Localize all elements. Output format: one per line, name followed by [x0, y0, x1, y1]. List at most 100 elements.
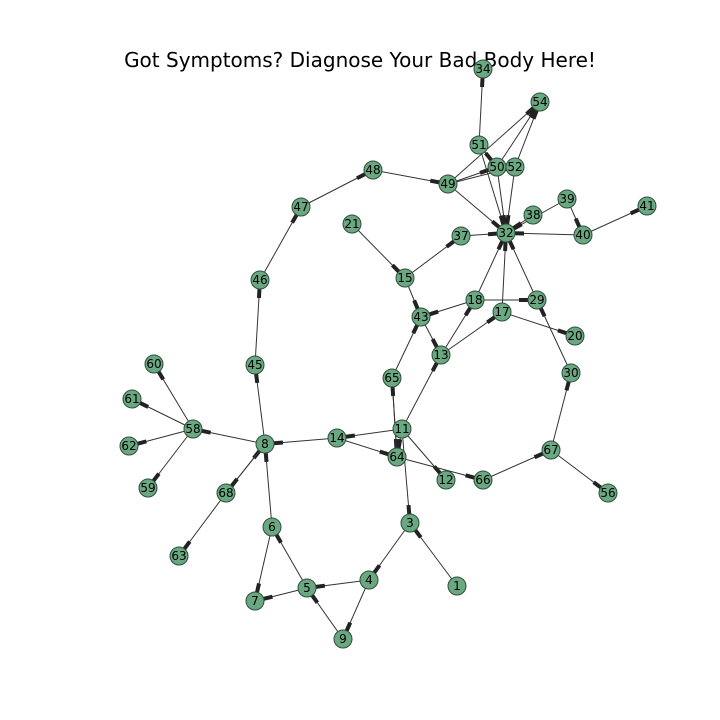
node-label: 39 — [559, 192, 574, 206]
node-label: 12 — [438, 473, 453, 487]
node-label: 3 — [406, 516, 414, 530]
arrowhead-58-61 — [139, 401, 150, 409]
node-label: 8 — [261, 437, 269, 451]
node-18: 18 — [465, 290, 485, 310]
node-30: 30 — [561, 363, 581, 383]
edges-layer — [128, 68, 648, 640]
arrowhead-50-32 — [501, 214, 507, 225]
arrowhead-67-30 — [564, 381, 571, 391]
arrowhead-9-5 — [310, 594, 320, 604]
node-label: 30 — [563, 366, 578, 380]
node-label: 66 — [475, 473, 490, 487]
arrowhead-18-32 — [496, 240, 505, 251]
node-label: 43 — [413, 310, 428, 324]
arrowhead-48-49 — [429, 178, 440, 185]
arrowhead-29-32 — [507, 240, 516, 251]
node-label: 62 — [121, 439, 136, 453]
arrowhead-65-43 — [411, 324, 419, 335]
arrowhead-43-13 — [430, 338, 439, 348]
node-67: 67 — [541, 440, 561, 460]
node-label: 37 — [453, 229, 468, 243]
arrowhead-40-41 — [629, 207, 640, 216]
arrowhead-11-13 — [430, 362, 439, 372]
arrowhead-58-62 — [137, 439, 147, 446]
arrowhead-4-9 — [344, 621, 353, 632]
arrowhead-46-47 — [290, 213, 299, 224]
node-label: 32 — [498, 226, 513, 240]
node-label: 50 — [489, 160, 504, 174]
arrowhead-11-64 — [396, 438, 403, 449]
node-label: 13 — [433, 348, 448, 362]
node-50: 50 — [487, 157, 507, 177]
arrowhead-17-20 — [557, 328, 568, 336]
node-13: 13 — [431, 345, 451, 365]
node-label: 45 — [247, 358, 262, 372]
arrowhead-66-67 — [533, 451, 544, 460]
node-15: 15 — [395, 268, 415, 288]
node-7: 7 — [245, 591, 265, 611]
arrowhead-30-29 — [538, 307, 547, 318]
node-8: 8 — [255, 434, 275, 454]
node-label: 46 — [252, 273, 267, 287]
arrowhead-1-3 — [413, 529, 423, 539]
node-29: 29 — [527, 290, 547, 310]
arrowhead-3-4 — [372, 564, 382, 574]
arrowhead-8-58 — [201, 428, 212, 435]
node-label: 64 — [389, 450, 404, 464]
node-label: 54 — [532, 95, 547, 109]
node-label: 49 — [440, 177, 455, 191]
arrowhead-68-63 — [182, 540, 192, 550]
node-38: 38 — [523, 205, 543, 225]
arrowhead-58-60 — [156, 370, 165, 381]
graph-figure: Got Symptoms? Diagnose Your Bad Body Her… — [0, 0, 720, 720]
arrowhead-11-14 — [345, 433, 356, 439]
arrowhead-52-32 — [505, 214, 511, 225]
node-5: 5 — [297, 578, 317, 598]
node-label: 34 — [475, 62, 490, 76]
node-label: 52 — [507, 160, 522, 174]
node-11: 11 — [392, 419, 412, 439]
node-46: 46 — [250, 270, 270, 290]
arrowhead-37-32 — [487, 231, 498, 237]
arrowhead-47-48 — [356, 172, 366, 181]
node-4: 4 — [359, 570, 379, 590]
arrowhead-64-65 — [390, 386, 396, 397]
node-label: 17 — [494, 305, 509, 319]
arrowhead-8-68 — [230, 477, 239, 488]
node-label: 47 — [293, 200, 308, 214]
arrowhead-14-64 — [379, 449, 390, 457]
node-51: 51 — [469, 135, 489, 155]
node-62: 62 — [119, 436, 139, 456]
node-63: 63 — [169, 546, 189, 566]
node-label: 11 — [394, 422, 409, 436]
node-40: 40 — [573, 225, 593, 245]
network-graph: 1345678911121314151718202129303234373839… — [119, 59, 657, 649]
node-37: 37 — [451, 226, 471, 246]
arrowhead-51-50 — [484, 151, 493, 162]
node-64: 64 — [387, 447, 407, 467]
node-label: 48 — [365, 163, 380, 177]
node-32: 32 — [496, 223, 516, 243]
node-12: 12 — [436, 470, 456, 490]
node-label: 18 — [467, 293, 482, 307]
node-17: 17 — [492, 302, 512, 322]
arrowhead-11-3 — [406, 504, 412, 515]
arrowhead-64-66 — [465, 473, 475, 480]
node-61: 61 — [122, 389, 142, 409]
node-label: 7 — [251, 594, 259, 608]
node-54: 54 — [530, 92, 550, 112]
node-60: 60 — [144, 354, 164, 374]
node-label: 14 — [329, 431, 344, 445]
node-3: 3 — [400, 513, 420, 533]
node-68: 68 — [216, 483, 236, 503]
node-label: 68 — [218, 486, 233, 500]
node-label: 4 — [365, 573, 373, 587]
node-label: 40 — [575, 228, 590, 242]
node-label: 20 — [567, 329, 582, 343]
arrowhead-6-7 — [255, 583, 261, 593]
node-56: 56 — [598, 483, 618, 503]
node-59: 59 — [138, 478, 158, 498]
arrowhead-39-40 — [573, 217, 582, 228]
node-21: 21 — [342, 214, 362, 234]
arrowhead-5-6 — [274, 533, 283, 544]
